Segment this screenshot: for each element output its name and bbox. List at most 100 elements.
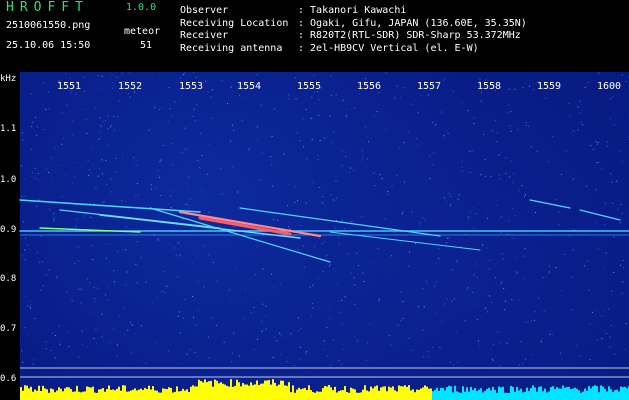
noise-speckle <box>394 231 396 233</box>
noise-speckle <box>545 97 547 99</box>
activity-column <box>626 388 628 400</box>
noise-speckle <box>174 101 176 103</box>
noise-speckle <box>342 150 344 152</box>
noise-speckle <box>117 344 119 346</box>
noise-speckle <box>177 315 179 317</box>
noise-speckle <box>96 343 98 345</box>
noise-speckle <box>70 92 72 94</box>
noise-speckle <box>299 358 301 360</box>
noise-speckle <box>124 334 126 336</box>
noise-speckle <box>72 134 74 136</box>
noise-speckle <box>280 335 282 337</box>
activity-column <box>356 392 358 400</box>
noise-speckle <box>261 320 263 322</box>
noise-speckle <box>231 361 233 363</box>
activity-column <box>382 386 384 400</box>
noise-speckle <box>486 217 488 219</box>
noise-speckle <box>505 172 507 174</box>
noise-speckle <box>592 148 594 150</box>
activity-column <box>620 386 622 400</box>
noise-speckle <box>488 260 490 262</box>
activity-column <box>454 385 456 400</box>
noise-speckle <box>509 176 511 178</box>
noise-speckle <box>502 258 504 260</box>
noise-speckle <box>514 88 516 90</box>
noise-speckle <box>438 257 440 259</box>
activity-column <box>250 382 252 400</box>
noise-speckle <box>93 338 95 340</box>
noise-speckle <box>332 339 334 341</box>
noise-speckle <box>175 254 177 256</box>
activity-column <box>44 388 46 400</box>
activity-column <box>26 385 28 400</box>
activity-column <box>520 388 522 400</box>
noise-speckle <box>104 120 106 122</box>
noise-speckle <box>256 245 258 247</box>
noise-speckle <box>512 181 514 183</box>
activity-column <box>408 385 410 400</box>
activity-column <box>502 386 504 400</box>
noise-speckle <box>501 281 503 283</box>
noise-speckle <box>403 181 405 183</box>
activity-column <box>538 386 540 400</box>
noise-speckle <box>21 196 23 198</box>
activity-column <box>550 387 552 400</box>
noise-speckle <box>157 238 159 240</box>
activity-column <box>576 388 578 400</box>
activity-column <box>594 385 596 400</box>
noise-speckle <box>117 116 119 118</box>
activity-column <box>430 388 432 400</box>
noise-speckle <box>241 97 243 99</box>
noise-speckle <box>82 289 84 291</box>
noise-speckle <box>350 167 352 169</box>
noise-speckle <box>145 362 147 364</box>
noise-speckle <box>86 278 88 280</box>
activity-column <box>24 385 26 400</box>
noise-speckle <box>317 277 319 279</box>
noise-speckle <box>346 108 348 110</box>
noise-speckle <box>490 302 492 304</box>
noise-speckle <box>467 287 469 289</box>
activity-column <box>70 389 72 400</box>
noise-speckle <box>303 266 305 268</box>
noise-speckle <box>460 246 462 248</box>
x-tick: 1556 <box>357 81 382 92</box>
noise-speckle <box>193 316 195 318</box>
noise-speckle <box>103 201 105 203</box>
noise-speckle <box>265 328 267 330</box>
noise-speckle <box>80 302 82 304</box>
noise-speckle <box>549 330 551 332</box>
activity-column <box>120 390 122 400</box>
noise-speckle <box>394 97 396 99</box>
noise-speckle <box>435 281 437 283</box>
activity-column <box>528 391 530 400</box>
activity-column <box>222 383 224 400</box>
activity-column <box>452 392 454 400</box>
noise-speckle <box>610 324 612 326</box>
noise-speckle <box>455 330 457 332</box>
noise-speckle <box>443 137 445 139</box>
noise-speckle <box>157 170 159 172</box>
noise-speckle <box>172 191 174 193</box>
activity-column <box>352 388 354 400</box>
noise-speckle <box>540 341 542 343</box>
noise-speckle <box>305 109 307 111</box>
noise-speckle <box>520 341 522 343</box>
noise-speckle <box>163 270 165 272</box>
noise-speckle <box>279 332 281 334</box>
noise-speckle <box>45 168 47 170</box>
noise-speckle <box>571 228 573 230</box>
noise-speckle <box>101 336 103 338</box>
activity-column <box>306 390 308 400</box>
activity-column <box>358 392 360 400</box>
noise-speckle <box>495 119 497 121</box>
activity-column <box>490 390 492 400</box>
activity-column <box>444 390 446 400</box>
noise-speckle <box>107 299 109 301</box>
noise-speckle <box>127 92 129 94</box>
noise-speckle <box>32 363 34 365</box>
noise-speckle <box>211 117 213 119</box>
activity-column <box>468 391 470 400</box>
activity-column <box>174 391 176 400</box>
noise-speckle <box>220 168 222 170</box>
